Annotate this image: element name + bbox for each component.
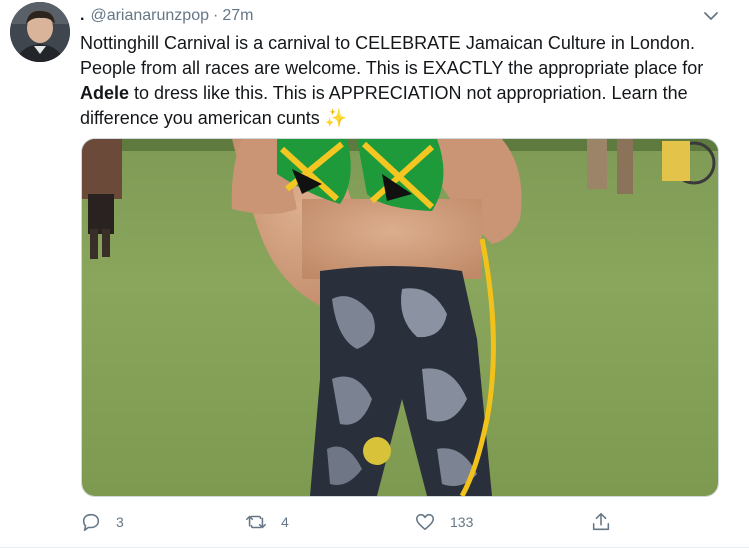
- tweet[interactable]: . @arianarunzpop · 27m Nottinghill Carni…: [0, 0, 749, 548]
- retweet-icon: [246, 515, 266, 529]
- chevron-down-icon: [704, 12, 718, 20]
- like-count: 133: [450, 514, 474, 530]
- reply-icon: [82, 513, 100, 532]
- display-name[interactable]: .: [80, 7, 84, 25]
- photo-image: [82, 139, 718, 496]
- more-options-button[interactable]: [701, 6, 721, 26]
- share-icon: [592, 512, 610, 531]
- tweet-actions: 3 4 133: [80, 505, 740, 539]
- reply-count: 3: [116, 514, 124, 530]
- heart-icon: [415, 513, 435, 531]
- share-button[interactable]: [590, 505, 612, 539]
- sparkles-emoji: ✨: [324, 108, 348, 128]
- tweet-timestamp[interactable]: 27m: [222, 7, 253, 25]
- tweet-media-photo[interactable]: [81, 138, 719, 497]
- tweet-text-part2: to dress like this. This is APPRECIATION…: [80, 83, 688, 128]
- tweet-text: Nottinghill Carnival is a carnival to CE…: [80, 31, 730, 131]
- retweet-button[interactable]: 4: [245, 505, 289, 539]
- profile-avatar[interactable]: [10, 2, 70, 62]
- tweet-text-part1: Nottinghill Carnival is a carnival to CE…: [80, 33, 704, 78]
- tweet-header: . @arianarunzpop · 27m: [80, 6, 253, 26]
- reply-button[interactable]: 3: [80, 505, 124, 539]
- user-handle[interactable]: @arianarunzpop: [90, 7, 209, 25]
- mention-adele: Adele: [80, 83, 130, 103]
- header-separator: ·: [213, 7, 219, 24]
- retweet-count: 4: [281, 514, 289, 530]
- avatar-image: [10, 2, 70, 62]
- like-button[interactable]: 133: [414, 505, 473, 539]
